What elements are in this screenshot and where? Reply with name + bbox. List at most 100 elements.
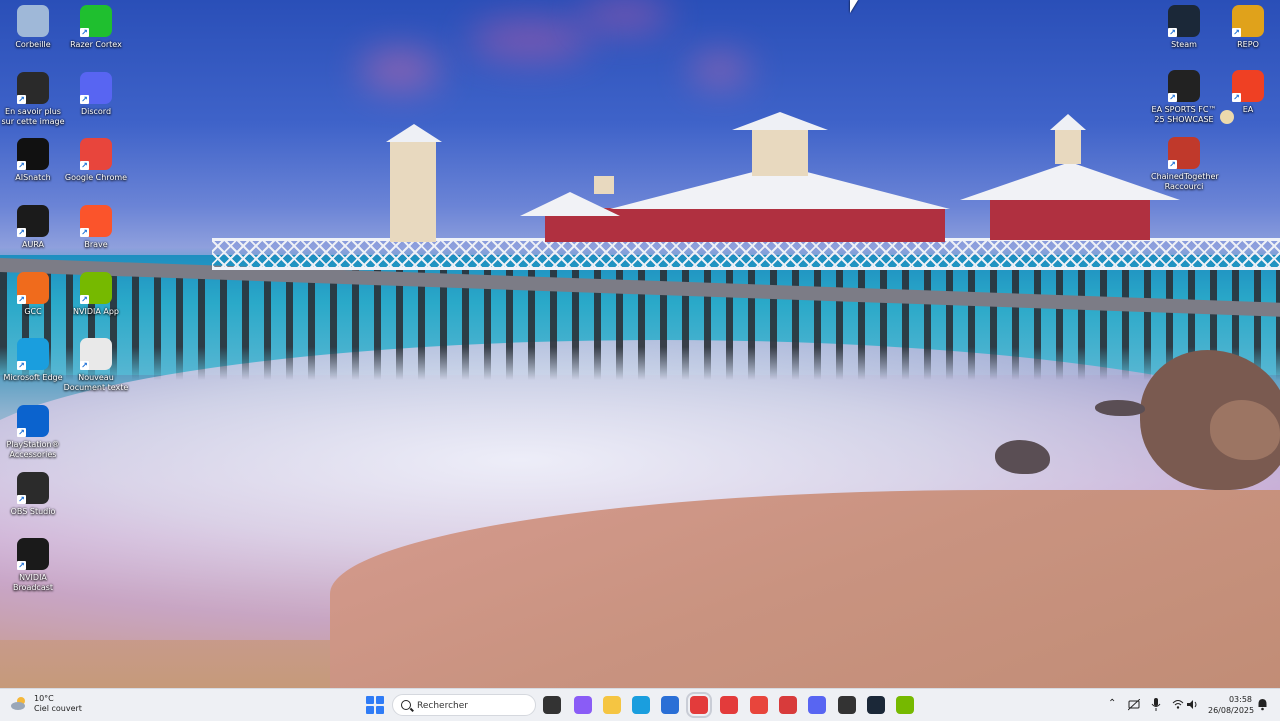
desktop-icon-gcc[interactable]: ↗ GCC: [0, 272, 66, 317]
desktop-icon-label: Corbeille: [15, 40, 51, 49]
shortcut-arrow-icon: ↗: [1168, 160, 1177, 169]
desktop-icon-label: Google Chrome: [64, 173, 128, 182]
clock-time: 03:58: [1228, 695, 1252, 704]
desktop-icon-brave[interactable]: ↗ Brave: [63, 205, 129, 250]
shortcut-arrow-icon: ↗: [1168, 93, 1177, 102]
taskbar-app-copilot[interactable]: [574, 696, 592, 714]
taskbar: 10°C Ciel couvert Rechercher ⌃ 03:58 26/…: [0, 688, 1280, 721]
playstation-accessories-icon: ↗: [17, 405, 49, 437]
desktop-icon-label: EA: [1242, 105, 1254, 114]
desktop-icon-label: Razer Cortex: [70, 40, 122, 49]
repo-icon: ↗: [1232, 5, 1264, 37]
notification-bell-icon[interactable]: [1257, 698, 1268, 711]
wifi-icon[interactable]: [1172, 699, 1184, 709]
shortcut-arrow-icon: ↗: [80, 295, 89, 304]
shortcut-arrow-icon: ↗: [17, 361, 26, 370]
ea-icon: ↗: [1232, 70, 1264, 102]
network-icon[interactable]: [1128, 699, 1140, 711]
desktop-icon-label: ChainedTogether Raccourci: [1151, 172, 1219, 191]
shortcut-arrow-icon: ↗: [17, 228, 26, 237]
shortcut-arrow-icon: ↗: [80, 161, 89, 170]
chevron-up-icon[interactable]: ⌃: [1108, 698, 1116, 709]
desktop-icon-discord[interactable]: ↗ Discord: [63, 72, 129, 117]
taskbar-app-obs[interactable]: [838, 696, 856, 714]
desktop-icon-label: Nouveau Document texte: [63, 373, 129, 392]
desktop-icon-playstation-accessories[interactable]: ↗ PlayStation® Accessories: [0, 405, 66, 460]
desktop-icon-steam[interactable]: ↗ Steam: [1151, 5, 1217, 50]
taskbar-app-anydesk-1[interactable]: [686, 692, 712, 718]
search-icon: [401, 700, 411, 710]
taskbar-app-steam[interactable]: [867, 696, 885, 714]
chained-together-icon: ↗: [1168, 137, 1200, 169]
search-placeholder: Rechercher: [417, 701, 468, 711]
desktop-icon-label: Microsoft Edge: [3, 373, 63, 382]
search-box[interactable]: Rechercher: [392, 694, 536, 716]
shortcut-arrow-icon: ↗: [80, 361, 89, 370]
shortcut-arrow-icon: ↗: [1232, 28, 1241, 37]
shortcut-arrow-icon: ↗: [1232, 93, 1241, 102]
desktop-icon-label: AISnatch: [15, 173, 51, 182]
taskbar-app-task-view[interactable]: [543, 696, 561, 714]
taskbar-app-nvidia-broadcast[interactable]: [896, 696, 914, 714]
shortcut-arrow-icon: ↗: [17, 95, 26, 104]
desktop-icon-nvidia-broadcast[interactable]: ↗ NVIDIA Broadcast: [0, 538, 66, 593]
desktop-icon-label: EA SPORTS FC™ 25 SHOWCASE: [1151, 105, 1217, 124]
desktop-icon-obs[interactable]: ↗ OBS Studio: [0, 472, 66, 517]
desktop-icon-text-document[interactable]: ↗ Nouveau Document texte: [63, 338, 129, 393]
taskbar-app-discord[interactable]: [808, 696, 826, 714]
chrome-icon: ↗: [80, 138, 112, 170]
shortcut-arrow-icon: ↗: [80, 95, 89, 104]
desktop-icon-razer-cortex[interactable]: ↗ Razer Cortex: [63, 5, 129, 50]
clock[interactable]: 03:58 26/08/2025: [1208, 694, 1255, 716]
weather-condition: Ciel couvert: [34, 704, 82, 713]
taskbar-app-microsoft-store[interactable]: [661, 696, 679, 714]
shortcut-arrow-icon: ↗: [80, 228, 89, 237]
cloud-icon: [11, 697, 25, 710]
weather-widget[interactable]: 10°C Ciel couvert: [10, 694, 82, 714]
taskbar-app-video-app[interactable]: [779, 696, 797, 714]
desktop-icon-recycle-bin[interactable]: Corbeille: [0, 5, 66, 50]
steam-icon: ↗: [1168, 5, 1200, 37]
aisnatch-icon: ↗: [17, 138, 49, 170]
taskbar-app-anydesk-2[interactable]: [720, 696, 738, 714]
clock-date: 26/08/2025: [1208, 706, 1255, 715]
desktop-icon-ea[interactable]: ↗ EA: [1215, 70, 1280, 115]
microphone-icon[interactable]: [1151, 698, 1161, 711]
desktop-icon-repo[interactable]: ↗ REPO: [1215, 5, 1280, 50]
desktop-icon-label: OBS Studio: [10, 507, 56, 516]
desktop-icon-label: En savoir plus sur cette image: [1, 107, 65, 126]
taskbar-app-chrome[interactable]: [750, 696, 768, 714]
start-button[interactable]: [366, 696, 384, 714]
desktop-icon-chained-together[interactable]: ↗ ChainedTogether Raccourci: [1151, 137, 1219, 192]
nvidia-app-icon: ↗: [80, 272, 112, 304]
volume-icon[interactable]: [1187, 699, 1199, 710]
recycle-bin-icon: [17, 5, 49, 37]
mouse-cursor: [850, 0, 858, 13]
desktop-icon-label: PlayStation® Accessories: [6, 440, 60, 459]
text-document-icon: ↗: [80, 338, 112, 370]
desktop-icon-label: Discord: [80, 107, 112, 116]
shortcut-arrow-icon: ↗: [1168, 28, 1177, 37]
desktop-icon-chrome[interactable]: ↗ Google Chrome: [63, 138, 129, 183]
desktop-icon-nvidia-app[interactable]: ↗ NVIDIA App: [63, 272, 129, 317]
shortcut-arrow-icon: ↗: [17, 295, 26, 304]
taskbar-app-file-explorer[interactable]: [603, 696, 621, 714]
aura-icon: ↗: [17, 205, 49, 237]
shortcut-arrow-icon: ↗: [80, 28, 89, 37]
desktop-icon-learn-about-image[interactable]: ↗ En savoir plus sur cette image: [0, 72, 66, 127]
taskbar-app-edge[interactable]: [632, 696, 650, 714]
nvidia-broadcast-icon: ↗: [17, 538, 49, 570]
desktop-icon-aisnatch[interactable]: ↗ AISnatch: [0, 138, 66, 183]
obs-icon: ↗: [17, 472, 49, 504]
desktop-wallpaper: [0, 0, 1280, 688]
edge-icon: ↗: [17, 338, 49, 370]
desktop-icon-ea-fc[interactable]: ↗ EA SPORTS FC™ 25 SHOWCASE: [1151, 70, 1217, 125]
shortcut-arrow-icon: ↗: [17, 561, 26, 570]
desktop-icon-label: AURA: [21, 240, 45, 249]
desktop-icon-aura[interactable]: ↗ AURA: [0, 205, 66, 250]
desktop-icon-edge[interactable]: ↗ Microsoft Edge: [0, 338, 66, 383]
discord-icon: ↗: [80, 72, 112, 104]
desktop-icon-label: NVIDIA App: [73, 307, 119, 316]
desktop-icon-label: Steam: [1171, 40, 1197, 49]
desktop-icon-label: GCC: [24, 307, 42, 316]
